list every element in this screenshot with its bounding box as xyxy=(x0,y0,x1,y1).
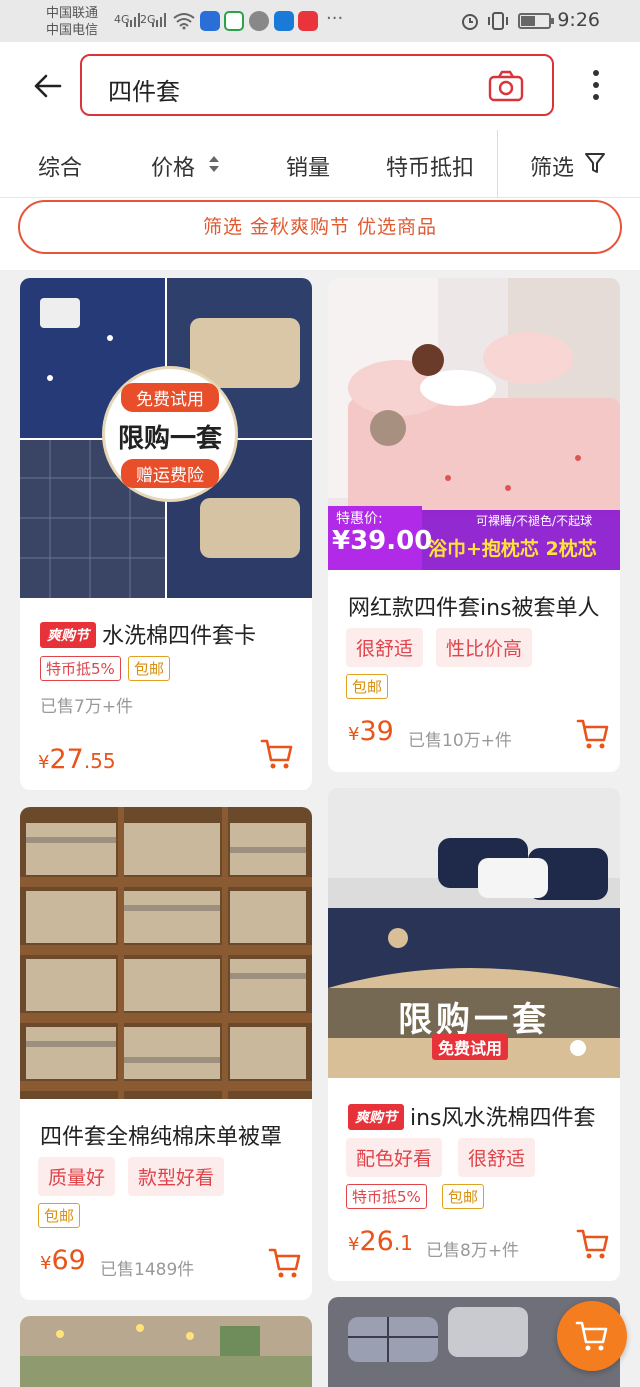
coin-deduct-tag: 特币抵5% xyxy=(40,656,121,681)
app-notification-icon xyxy=(224,11,244,31)
search-input[interactable]: 四件套 xyxy=(80,54,554,116)
feature-tag: 配色好看 xyxy=(346,1138,443,1177)
feature-tag: 很舒适 xyxy=(346,628,424,667)
product-price: ¥69 xyxy=(40,1245,86,1276)
sold-count: 已售1489件 xyxy=(100,1260,195,1280)
tab-filter[interactable]: 筛选 xyxy=(530,150,574,182)
add-to-cart-icon[interactable] xyxy=(576,718,610,750)
feature-tag: 性比价高 xyxy=(436,628,533,667)
sold-count: 已售10万+件 xyxy=(408,731,512,751)
promo-features: 可裸睡/不褪色/不起球 xyxy=(476,514,593,528)
sort-tabs: 综合 价格 销量 特币抵扣 筛选 xyxy=(0,130,640,198)
promo-gifts: 浴巾+抱枕芯 2枕芯 xyxy=(428,538,597,560)
product-image[interactable]: 免费试用 限购一套 赠运费险 xyxy=(20,278,312,598)
coin-deduct-tag: 特币抵5% xyxy=(346,1184,427,1209)
free-shipping-tag: 包邮 xyxy=(346,674,389,699)
wifi-icon xyxy=(173,13,195,30)
product-price: ¥26.1 xyxy=(348,1226,413,1257)
product-card[interactable] xyxy=(20,1316,312,1387)
product-price: ¥39 xyxy=(348,716,394,747)
alarm-icon xyxy=(462,14,478,30)
carrier-1: 中国联通 xyxy=(46,6,99,21)
tab-divider xyxy=(497,130,498,198)
carrier-names: 中国联通 中国电信 xyxy=(46,5,98,39)
promo-price-box: 特惠价: ¥39.00 xyxy=(328,506,433,570)
product-title[interactable]: 爽购节 水洗棉四件套卡 xyxy=(40,618,300,650)
app-notification-icon xyxy=(274,11,294,31)
sort-updown-icon[interactable] xyxy=(207,153,221,175)
product-image[interactable]: 限购一套 免费试用 xyxy=(328,788,620,1078)
app-notification-icon xyxy=(298,11,318,31)
promo-filter-button[interactable]: 筛选 金秋爽购节 优选商品 xyxy=(18,200,622,254)
search-header: 四件套 xyxy=(0,42,640,130)
camera-icon[interactable] xyxy=(488,70,524,102)
carrier-2: 中国电信 xyxy=(46,23,99,38)
tab-sales[interactable]: 销量 xyxy=(286,150,330,182)
free-shipping-tag: 包邮 xyxy=(128,656,171,681)
app-notification-icon xyxy=(200,11,220,31)
back-arrow-icon[interactable] xyxy=(30,68,66,104)
free-shipping-tag: 包邮 xyxy=(442,1184,485,1209)
product-image[interactable] xyxy=(20,807,312,1099)
cart-icon xyxy=(575,1321,608,1351)
filter-funnel-icon[interactable] xyxy=(584,151,606,175)
more-notifications-icon: ··· xyxy=(326,8,344,29)
product-title-text[interactable]: ins风水洗棉四件套 xyxy=(410,1106,596,1131)
promo-price-value: ¥39.00 xyxy=(332,526,433,556)
product-card[interactable]: 免费试用 限购一套 赠运费险 爽购节 水洗棉四件套卡 特币抵5% 包邮 已售7万+… xyxy=(20,278,312,790)
clock: 9:26 xyxy=(557,9,600,31)
festival-badge: 爽购节 xyxy=(40,622,96,648)
app-notification-icon xyxy=(249,11,269,31)
product-card[interactable]: 四件套全棉纯棉床单被罩 质量好 款型好看 包邮 ¥69 已售1489件 xyxy=(20,807,312,1300)
add-to-cart-icon[interactable] xyxy=(268,1247,302,1279)
product-price: ¥27.55 xyxy=(38,744,116,775)
free-shipping-tag: 包邮 xyxy=(38,1203,81,1228)
promo-circle-badge: 免费试用 限购一套 赠运费险 xyxy=(102,366,238,502)
signal-icon-2 xyxy=(152,13,166,27)
floating-cart-button[interactable] xyxy=(557,1301,627,1371)
promo-price-label: 特惠价: xyxy=(336,511,383,527)
festival-badge: 爽购节 xyxy=(348,1104,404,1130)
product-card[interactable]: 特惠价: ¥39.00 可裸睡/不褪色/不起球 浴巾+抱枕芯 2枕芯 网红款四件… xyxy=(328,278,620,772)
search-query-text[interactable]: 四件套 xyxy=(108,72,180,107)
product-card[interactable]: 限购一套 免费试用 爽购节 ins风水洗棉四件套 配色好看 很舒适 特币抵5% 包… xyxy=(328,788,620,1281)
sold-count: 已售7万+件 xyxy=(40,697,134,717)
product-title[interactable]: 爽购节 ins风水洗棉四件套 xyxy=(348,1100,618,1132)
add-to-cart-icon[interactable] xyxy=(260,738,294,770)
feature-tag: 很舒适 xyxy=(458,1138,536,1177)
badge-freight-insurance: 赠运费险 xyxy=(121,459,219,488)
add-to-cart-icon[interactable] xyxy=(576,1228,610,1260)
badge-free-trial: 免费试用 xyxy=(121,383,219,412)
sold-count: 已售8万+件 xyxy=(426,1241,520,1261)
tab-comprehensive[interactable]: 综合 xyxy=(38,150,82,182)
product-title-text[interactable]: 水洗棉四件套卡 xyxy=(102,624,256,649)
badge-limit-one: 限购一套 xyxy=(117,424,222,454)
product-title[interactable]: 网红款四件套ins被套单人 xyxy=(348,590,618,622)
status-bar: 中国联通 中国电信 4G 2G ··· 9:26 xyxy=(0,0,640,42)
product-image[interactable]: 特惠价: ¥39.00 可裸睡/不褪色/不起球 浴巾+抱枕芯 2枕芯 xyxy=(328,278,620,570)
product-image-art xyxy=(20,807,312,1099)
product-image[interactable] xyxy=(20,1316,312,1387)
tab-price[interactable]: 价格 xyxy=(151,150,195,182)
battery-icon xyxy=(518,13,554,29)
product-title[interactable]: 四件套全棉纯棉床单被罩 xyxy=(40,1119,310,1151)
more-vertical-icon[interactable] xyxy=(588,69,604,105)
feature-tag: 质量好 xyxy=(38,1157,116,1196)
tab-coin-deduct[interactable]: 特币抵扣 xyxy=(386,150,474,182)
promo-sub-text: 免费试用 xyxy=(432,1034,509,1060)
feature-tag: 款型好看 xyxy=(128,1157,225,1196)
vibrate-icon xyxy=(488,12,508,30)
signal-icon xyxy=(126,13,140,27)
promo-filter-bar: 筛选 金秋爽购节 优选商品 xyxy=(0,198,640,270)
